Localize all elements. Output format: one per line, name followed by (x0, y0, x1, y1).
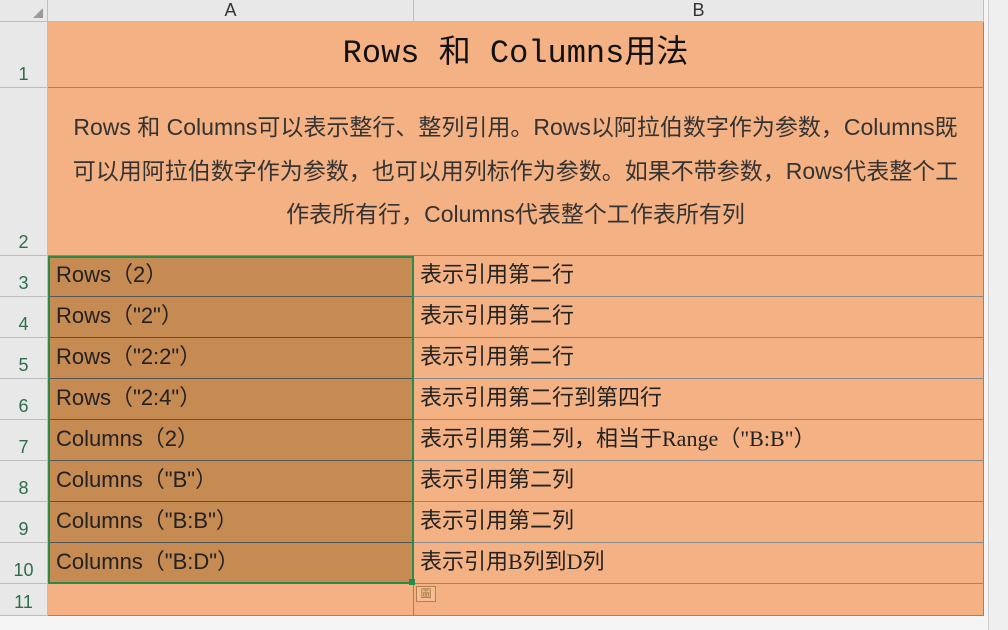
row-header-10[interactable]: 10 (0, 543, 48, 584)
cell-A11[interactable] (48, 584, 414, 616)
vertical-scrollbar[interactable] (988, 0, 1008, 630)
cell-A7[interactable]: Columns（2） (48, 420, 414, 461)
paste-options-icon[interactable]: 圖 (416, 586, 436, 602)
cell-A5[interactable]: Rows（"2:2"） (48, 338, 414, 379)
cell-B8[interactable]: 表示引用第二列 (414, 461, 984, 502)
cell-B7[interactable]: 表示引用第二列，相当于Range（"B:B"） (414, 420, 984, 461)
row-header-7[interactable]: 7 (0, 420, 48, 461)
row-header-2[interactable]: 2 (0, 88, 48, 256)
cell-A3[interactable]: Rows（2） (48, 256, 414, 297)
select-all-corner[interactable] (0, 0, 48, 22)
spreadsheet-grid: A B 1 Rows 和 Columns用法 2 Rows 和 Columns可… (0, 0, 1008, 616)
row-header-8[interactable]: 8 (0, 461, 48, 502)
row-header-1[interactable]: 1 (0, 22, 48, 88)
cell-B6[interactable]: 表示引用第二行到第四行 (414, 379, 984, 420)
column-header-A[interactable]: A (48, 0, 414, 22)
cell-A9[interactable]: Columns（"B:B"） (48, 502, 414, 543)
row-header-3[interactable]: 3 (0, 256, 48, 297)
column-header-B[interactable]: B (414, 0, 984, 22)
row-header-11[interactable]: 11 (0, 584, 48, 616)
cell-A4[interactable]: Rows（"2"） (48, 297, 414, 338)
cell-B9[interactable]: 表示引用第二列 (414, 502, 984, 543)
cell-A6[interactable]: Rows（"2:4"） (48, 379, 414, 420)
cell-B11[interactable]: 圖 (414, 584, 984, 616)
row-header-6[interactable]: 6 (0, 379, 48, 420)
row-header-4[interactable]: 4 (0, 297, 48, 338)
cell-B3[interactable]: 表示引用第二行 (414, 256, 984, 297)
title-cell[interactable]: Rows 和 Columns用法 (48, 22, 984, 88)
row-header-5[interactable]: 5 (0, 338, 48, 379)
description-cell[interactable]: Rows 和 Columns可以表示整行、整列引用。Rows以阿拉伯数字作为参数… (48, 88, 984, 256)
cell-B5[interactable]: 表示引用第二行 (414, 338, 984, 379)
cell-B4[interactable]: 表示引用第二行 (414, 297, 984, 338)
cell-A8[interactable]: Columns（"B"） (48, 461, 414, 502)
row-header-9[interactable]: 9 (0, 502, 48, 543)
cell-A10[interactable]: Columns（"B:D"） (48, 543, 414, 584)
cell-B10[interactable]: 表示引用B列到D列 (414, 543, 984, 584)
